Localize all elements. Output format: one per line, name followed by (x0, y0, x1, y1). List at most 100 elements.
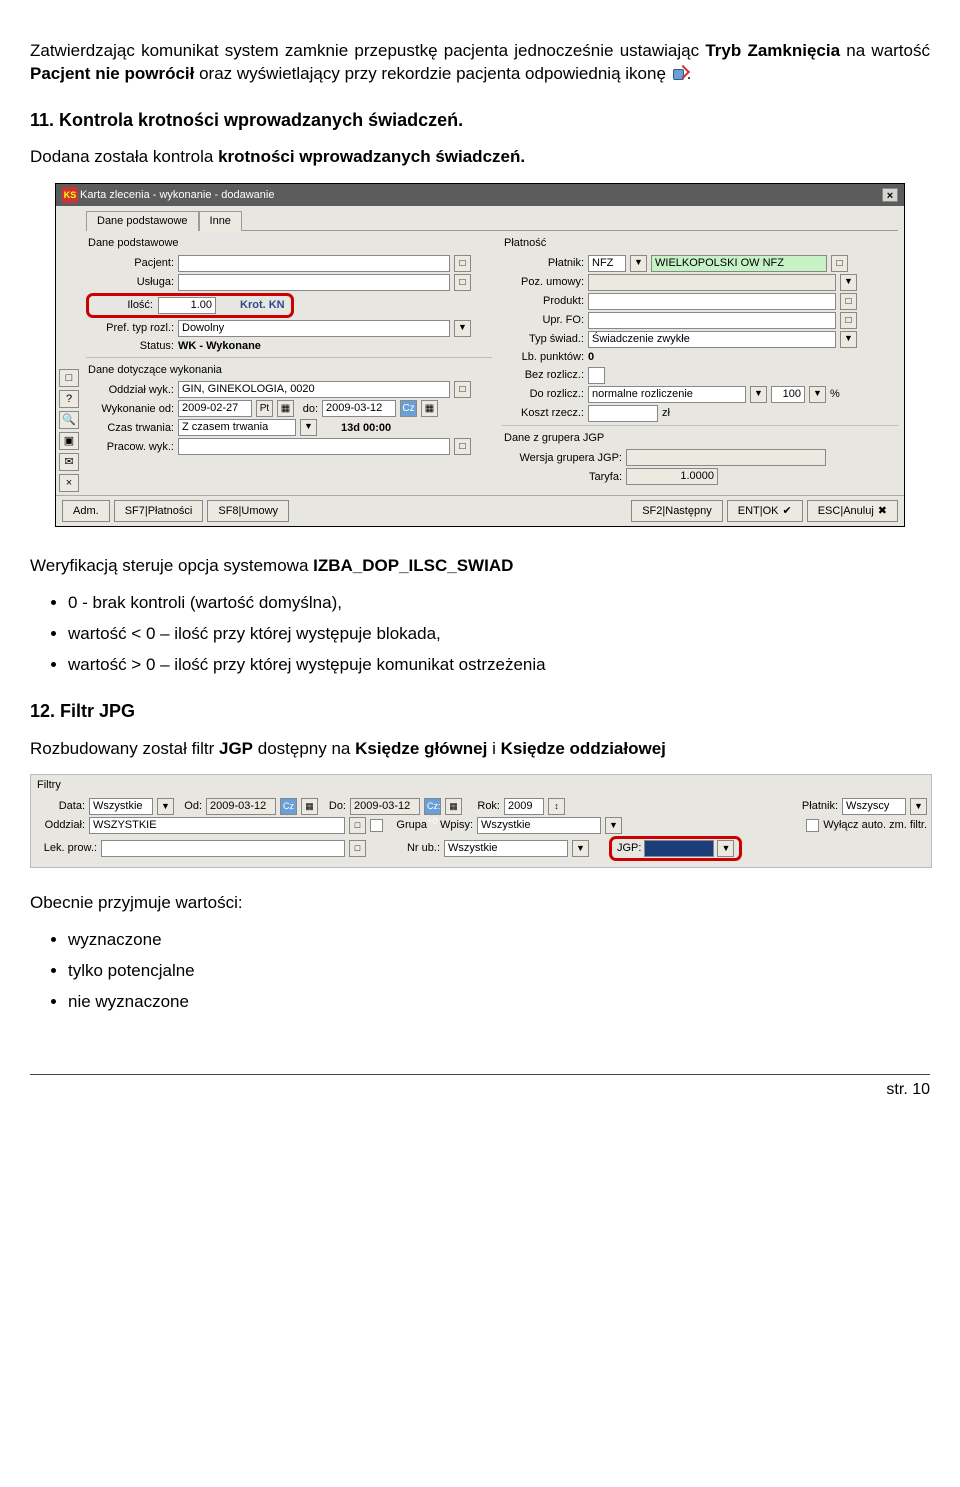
bold-text: krotności wprowadzanych świadczeń. (218, 147, 525, 166)
option-name: IZBA_DOP_ILSC_SWIAD (313, 556, 513, 575)
platnik-long-field[interactable]: WIELKOPOLSKI OW NFZ (651, 255, 827, 272)
pct-label: % (830, 387, 840, 402)
dropdown-icon[interactable]: ▼ (605, 817, 622, 834)
side-button[interactable]: 🔍 (59, 411, 79, 429)
section-12-heading: 12. Filtr JPG (30, 699, 930, 723)
lek-field[interactable] (101, 840, 345, 857)
calendar-icon[interactable]: ▦ (277, 400, 294, 417)
lookup-button[interactable]: □ (454, 381, 471, 398)
side-button[interactable]: □ (59, 369, 79, 387)
lookup-button[interactable]: □ (840, 293, 857, 310)
wykdo-label: do: (298, 402, 318, 417)
do-field[interactable]: 2009-03-12 (350, 798, 420, 815)
dropdown-icon[interactable]: ▼ (454, 320, 471, 337)
pozumowy-field[interactable] (588, 274, 836, 291)
pracow-field[interactable] (178, 438, 450, 455)
tab-inne[interactable]: Inne (199, 211, 242, 231)
dorozl-pct-field[interactable]: 100 (771, 386, 805, 403)
czas-label: Czas trwania: (86, 421, 174, 436)
ks-logo-icon: KS (62, 187, 78, 203)
platnik-field[interactable]: Wszyscy (842, 798, 906, 815)
rok-field[interactable]: 2009 (504, 798, 544, 815)
list-item: wyznaczone (68, 929, 930, 952)
jgp-highlight: JGP: ▼ (609, 836, 742, 861)
uprfo-field[interactable] (588, 312, 836, 329)
usluga-field[interactable] (178, 274, 450, 291)
sf8-button[interactable]: SF8|Umowy (207, 500, 289, 522)
pacjent-field[interactable] (178, 255, 450, 272)
page-number: str. 10 (886, 1081, 930, 1098)
dropdown-icon[interactable]: ▼ (840, 331, 857, 348)
data-field[interactable]: Wszystkie (89, 798, 153, 815)
dropdown-icon[interactable]: ▼ (572, 840, 589, 857)
wpisy-field[interactable]: Wszystkie (477, 817, 601, 834)
czas-field[interactable]: Z czasem trwania (178, 419, 296, 436)
produkt-field[interactable] (588, 293, 836, 310)
data-label: Data: (35, 799, 85, 814)
koszt-unit: zł (662, 406, 670, 421)
koszt-field[interactable] (588, 405, 658, 422)
verify-intro: Weryfikacją steruje opcja systemowa IZBA… (30, 555, 930, 578)
wpisy-label: Wpisy: (431, 818, 473, 833)
date-button[interactable]: Pt (256, 400, 273, 417)
esc-cancel-button[interactable]: ESC|Anuluj ✖ (807, 500, 898, 522)
side-button[interactable]: × (59, 474, 79, 492)
sf7-button[interactable]: SF7|Płatności (114, 500, 204, 522)
adm-button[interactable]: Adm. (62, 500, 110, 522)
dropdown-icon[interactable]: ▼ (300, 419, 317, 436)
side-button[interactable]: ? (59, 390, 79, 408)
pref-field[interactable]: Dowolny (178, 320, 450, 337)
calendar-icon[interactable]: ▦ (421, 400, 438, 417)
dorozl-field[interactable]: normalne rozliczenie (588, 386, 746, 403)
lookup-button[interactable]: □ (349, 840, 366, 857)
group-pay-title: Płatność (502, 234, 898, 253)
wykod-field[interactable]: 2009-02-27 (178, 400, 252, 417)
od-field[interactable]: 2009-03-12 (206, 798, 276, 815)
lookup-button[interactable]: □ (349, 817, 366, 834)
cz-plus-button[interactable]: Cz: +0 (424, 798, 441, 815)
typs-field[interactable]: Świadczenie zwykłe (588, 331, 836, 348)
lookup-button[interactable]: □ (840, 312, 857, 329)
ilosc-field[interactable]: 1.00 (158, 297, 216, 314)
dialog-footer: Adm. SF7|Płatności SF8|Umowy SF2|Następn… (56, 495, 904, 526)
wykdo-field[interactable]: 2009-03-12 (322, 400, 396, 417)
group-exec-title: Dane dotyczące wykonania (86, 361, 492, 380)
calendar-icon[interactable]: ▦ (301, 798, 318, 815)
dropdown-icon[interactable]: ▼ (840, 274, 857, 291)
lookup-button[interactable]: □ (454, 274, 471, 291)
dropdown-icon[interactable]: ▼ (750, 386, 767, 403)
platnik-label: Płatnik: (792, 799, 838, 814)
rok-spin[interactable]: ↕ (548, 798, 565, 815)
ent-ok-button[interactable]: ENT|OK ✔ (727, 500, 803, 522)
side-button[interactable]: ✉ (59, 453, 79, 471)
cz-button[interactable]: Cz (280, 798, 297, 815)
side-button[interactable]: ▣ (59, 432, 79, 450)
list-item: 0 - brak kontroli (wartość domyślna), (68, 592, 930, 615)
after-filter-text: Obecnie przyjmuje wartości: (30, 892, 930, 915)
lookup-button[interactable]: □ (454, 255, 471, 272)
jgp-field[interactable] (644, 840, 714, 857)
status-label: Status: (86, 339, 174, 354)
platnik-short-field[interactable]: NFZ (588, 255, 626, 272)
dropdown-icon[interactable]: ▼ (157, 798, 174, 815)
cz-button[interactable]: Cz (400, 400, 417, 417)
close-icon[interactable]: × (882, 188, 898, 202)
nrub-field[interactable]: Wszystkie (444, 840, 568, 857)
list-item: wartość > 0 – ilość przy której występuj… (68, 654, 930, 677)
lookup-button[interactable]: □ (831, 255, 848, 272)
lookup-button[interactable]: □ (454, 438, 471, 455)
oddzial-field[interactable]: GIN, GINEKOLOGIA, 0020 (178, 381, 450, 398)
dropdown-icon[interactable]: ▼ (809, 386, 826, 403)
oddzial-checkbox[interactable] (370, 819, 383, 832)
oddzial-field[interactable]: WSZYSTKIE (89, 817, 345, 834)
dropdown-icon[interactable]: ▼ (910, 798, 927, 815)
dropdown-icon[interactable]: ▼ (717, 840, 734, 857)
tab-dane-podstawowe[interactable]: Dane podstawowe (86, 211, 199, 231)
bezr-checkbox[interactable] (588, 367, 605, 384)
dropdown-icon[interactable]: ▼ (630, 255, 647, 272)
duration-value: 13d 00:00 (341, 421, 391, 436)
list-item: wartość < 0 – ilość przy której występuj… (68, 623, 930, 646)
sf2-button[interactable]: SF2|Następny (631, 500, 723, 522)
wylacz-checkbox[interactable] (806, 819, 819, 832)
calendar-icon[interactable]: ▦ (445, 798, 462, 815)
